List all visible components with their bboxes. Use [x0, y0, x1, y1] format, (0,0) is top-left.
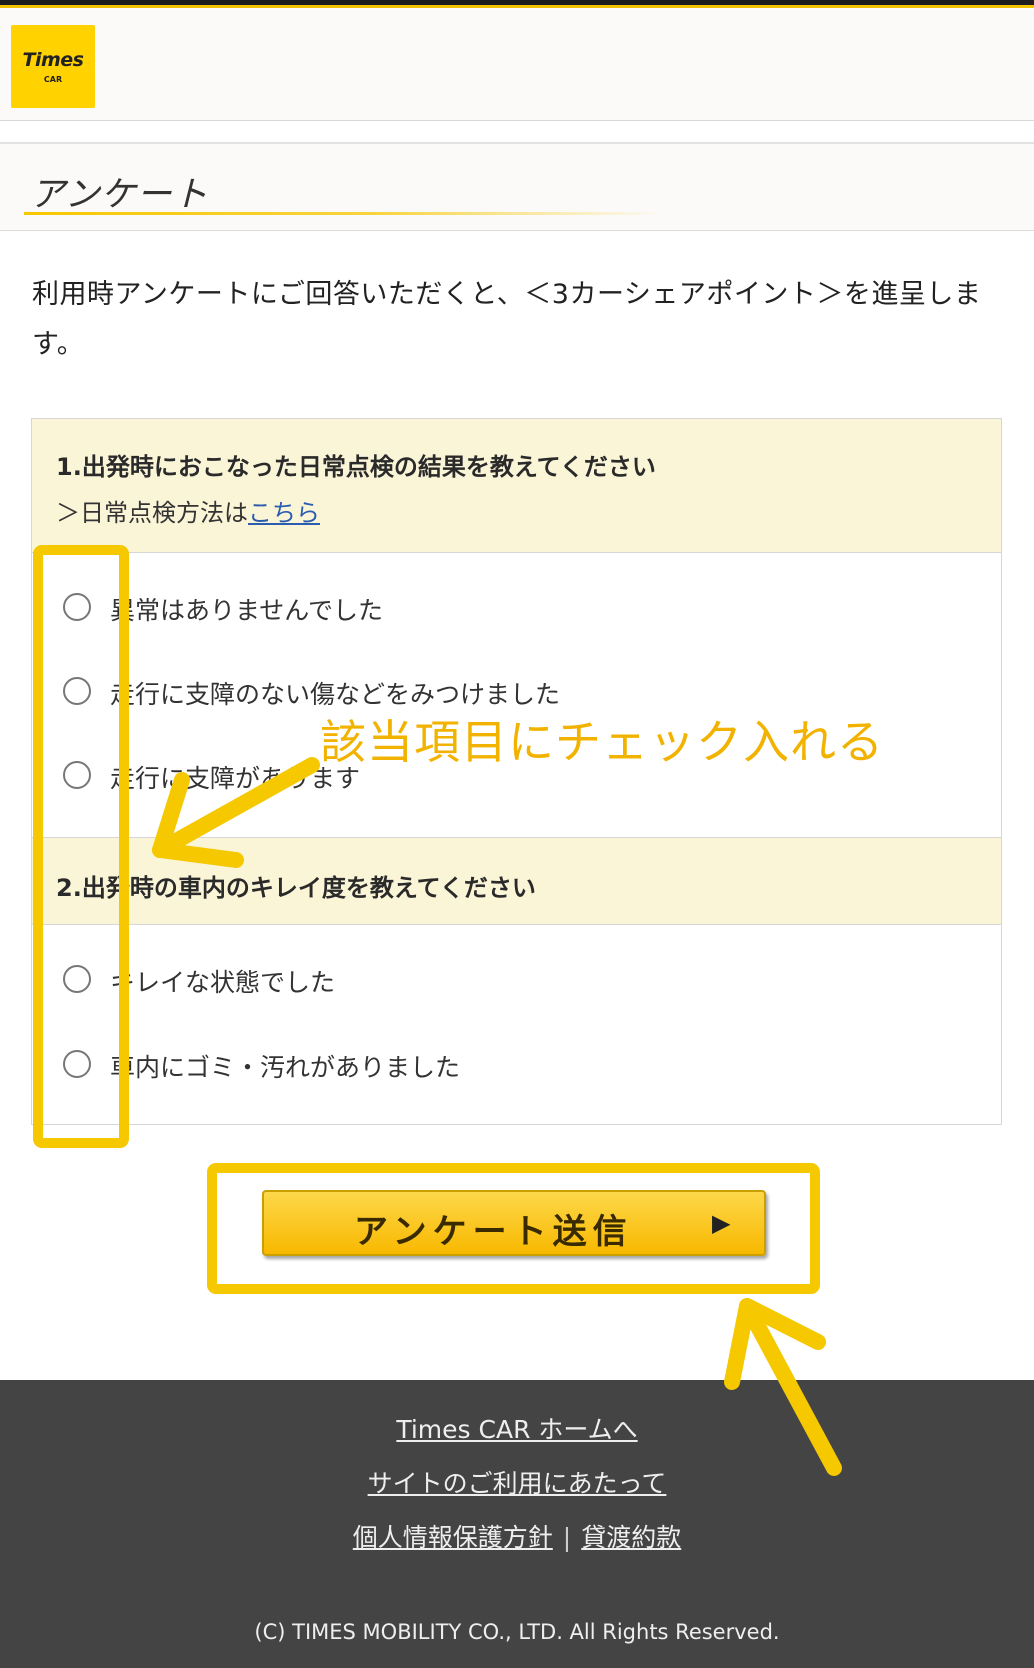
radio-button[interactable]	[63, 761, 91, 789]
option-label: 異常はありませんでした	[110, 596, 384, 625]
footer-legal-row: 個人情報保護方針 | 貸渡約款	[0, 1518, 1034, 1554]
logo-wordmark: Times	[22, 49, 84, 71]
times-car-logo[interactable]: Times CAR	[11, 25, 95, 108]
question-1-header: 1.出発時におこなった日常点検の結果を教えてください ＞日常点検方法はこちら	[32, 419, 1001, 553]
rental-terms-link[interactable]: 貸渡約款	[581, 1523, 681, 1552]
site-usage-link[interactable]: サイトのご利用にあたって	[368, 1469, 667, 1498]
q2-option-1[interactable]: キレイな状態でした	[32, 955, 1001, 1011]
q2-option-2[interactable]: 車内にゴミ・汚れがありました	[32, 1040, 1001, 1096]
q1-option-1[interactable]: 異常はありませんでした	[32, 583, 1001, 639]
page-title-area: アンケート	[0, 144, 1034, 231]
submit-label: アンケート送信	[354, 1212, 633, 1252]
radio-button[interactable]	[63, 593, 91, 621]
question-2-header: 2.出発時の車内のキレイ度を教えてください	[32, 837, 1001, 925]
footer-usage-row: サイトのご利用にあたって	[0, 1464, 1034, 1500]
top-accent-bar	[0, 0, 1034, 8]
option-label: キレイな状態でした	[110, 968, 336, 997]
logo-subtext: CAR	[43, 75, 63, 84]
privacy-policy-link[interactable]: 個人情報保護方針	[353, 1523, 553, 1552]
radio-button[interactable]	[63, 1050, 91, 1078]
footer-home-row: Times CAR ホームへ	[0, 1410, 1034, 1446]
footer-separator: |	[562, 1523, 572, 1552]
submit-area: アンケート送信 ▶	[262, 1190, 770, 1260]
site-footer: Times CAR ホームへ サイトのご利用にあたって 個人情報保護方針 | 貸渡約…	[0, 1380, 1034, 1668]
inspection-method-link[interactable]: こちら	[248, 499, 320, 527]
annotation-note: 該当項目にチェック入れる	[320, 715, 884, 769]
question-2-title: 2.出発時の車内のキレイ度を教えてください	[56, 874, 536, 902]
question-1-help: ＞日常点検方法はこちら	[56, 493, 320, 528]
radio-button[interactable]	[63, 677, 91, 705]
submit-survey-button[interactable]: アンケート送信 ▶	[262, 1190, 766, 1256]
play-arrow-icon: ▶	[712, 1209, 731, 1237]
title-underline	[24, 212, 664, 215]
page-title: アンケート	[30, 175, 209, 215]
site-header: Times CAR	[0, 10, 1034, 121]
copyright-text: (C) TIMES MOBILITY CO., LTD. All Rights …	[254, 1620, 780, 1644]
radio-button[interactable]	[63, 965, 91, 993]
help-prefix: ＞日常点検方法は	[56, 499, 248, 527]
question-1-title: 1.出発時におこなった日常点検の結果を教えてください	[56, 453, 656, 481]
intro-text: 利用時アンケートにご回答いただくと、＜3カーシェアポイント＞を進呈します。	[32, 279, 982, 360]
home-link[interactable]: Times CAR ホームへ	[396, 1415, 637, 1444]
option-label: 車内にゴミ・汚れがありました	[110, 1053, 461, 1082]
